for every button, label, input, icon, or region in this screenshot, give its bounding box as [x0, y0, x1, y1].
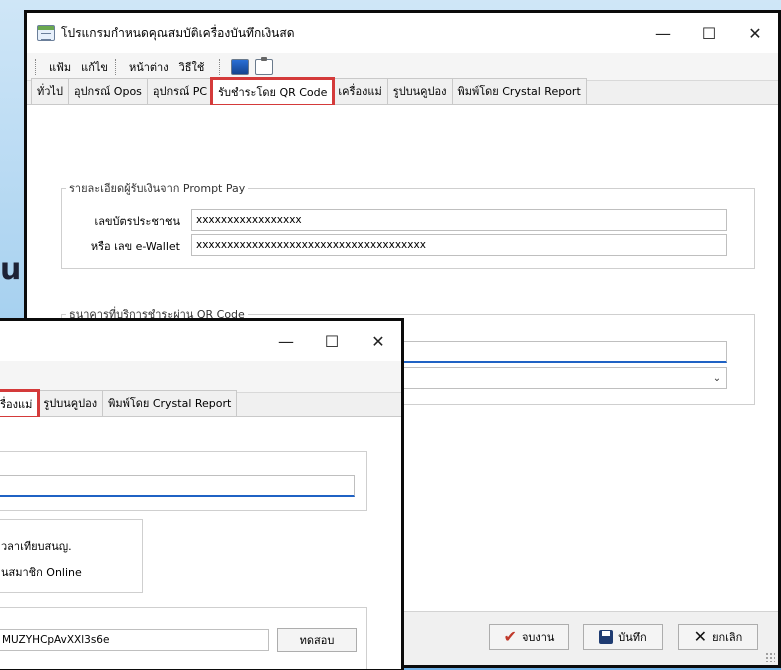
test-button[interactable]: ทดสอบ	[277, 628, 357, 652]
checkmark-icon: ✔	[503, 627, 517, 646]
toolbar-grip[interactable]	[114, 58, 118, 75]
resize-grip-icon[interactable]	[765, 652, 775, 662]
toolbar-grip[interactable]	[219, 58, 222, 75]
maximize-icon[interactable]: ☐	[686, 13, 732, 53]
x-icon: ✕	[693, 627, 708, 646]
option-online-member[interactable]: นสมาชิก Online	[1, 563, 82, 581]
floppy-disk-icon	[599, 630, 614, 644]
menu-window[interactable]: หน้าต่าง	[124, 58, 174, 76]
tab-coupon-image[interactable]: รูปบนคูปอง	[37, 390, 104, 416]
menu-file[interactable]: แฟ้ม	[44, 58, 76, 76]
menu-bar: แฟ้ม แก้ไข หน้าต่าง วิธีใช้	[27, 53, 778, 81]
cancel-button[interactable]: ✕ ยกเลิก	[678, 624, 758, 650]
close-icon[interactable]: ✕	[732, 13, 778, 53]
menu-help[interactable]: วิธีใช้	[174, 58, 210, 76]
tab-master-machine[interactable]: เครื่องแม่	[0, 389, 41, 419]
option-time-sync[interactable]: วลาเทียบสนญ.	[1, 537, 72, 555]
secondary-menu-bar	[0, 361, 401, 393]
tab-pc-device[interactable]: อุปกรณ์ PC	[146, 78, 214, 104]
save-button-label: บันทึก	[618, 631, 647, 644]
tab-strip: ทั่วไป อุปกรณ์ Opos อุปกรณ์ PC รับชำระโด…	[27, 77, 778, 107]
finish-button[interactable]: ✔ จบงาน	[489, 624, 569, 650]
secondary-window: — ☐ ✕ เครื่องแม่ รูปบนคูปอง พิมพ์โดย Cry…	[0, 318, 404, 670]
tab-opos-device[interactable]: อุปกรณ์ Opos	[67, 78, 148, 104]
tab-coupon-image[interactable]: รูปบนคูปอง	[386, 78, 453, 104]
toolbar-grip[interactable]	[35, 58, 38, 75]
tab-crystal-report[interactable]: พิมพ์โดย Crystal Report	[451, 78, 587, 104]
bank-select[interactable]: ⌄	[397, 367, 727, 389]
options-group	[0, 519, 143, 593]
ewallet-field[interactable]: xxxxxxxxxxxxxxxxxxxxxxxxxxxxxxxxxxxxx	[191, 234, 727, 256]
title-bar[interactable]: โปรแกรมกำหนดคุณสมบัติเครื่องบันทึกเงินสด…	[27, 13, 778, 53]
national-id-label: เลขบัตรประชาชน	[94, 215, 180, 228]
secondary-title-bar[interactable]: — ☐ ✕	[0, 321, 401, 361]
ewallet-label: หรือ เลข e-Wallet	[90, 240, 180, 253]
tab-crystal-report[interactable]: พิมพ์โดย Crystal Report	[102, 390, 238, 416]
minimize-icon[interactable]: —	[263, 321, 309, 361]
secondary-text-field[interactable]	[0, 475, 355, 497]
clipboard-icon[interactable]	[255, 56, 274, 75]
bank-account-field[interactable]	[397, 341, 727, 363]
window-title: โปรแกรมกำหนดคุณสมบัติเครื่องบันทึกเงินสด	[61, 25, 295, 40]
monitor-icon[interactable]	[231, 58, 250, 75]
menu-edit[interactable]: แก้ไข	[76, 58, 113, 76]
close-icon[interactable]: ✕	[355, 321, 401, 361]
minimize-icon[interactable]: —	[640, 13, 686, 53]
maximize-icon[interactable]: ☐	[309, 321, 355, 361]
save-button[interactable]: บันทึก	[583, 624, 663, 650]
app-icon	[37, 25, 55, 41]
chevron-down-icon[interactable]: ⌄	[708, 368, 726, 388]
national-id-field[interactable]: xxxxxxxxxxxxxxxxx	[191, 209, 727, 231]
prompt-pay-legend: รายละเอียดผู้รับเงินจาก Prompt Pay	[69, 182, 246, 195]
tab-master-machine[interactable]: เครื่องแม่	[332, 78, 388, 104]
finish-button-label: จบงาน	[521, 631, 555, 644]
secondary-tab-strip: เครื่องแม่ รูปบนคูปอง พิมพ์โดย Crystal R…	[0, 389, 401, 419]
api-key-field[interactable]: MUZYHCpAvXXl3s6e	[0, 629, 269, 651]
secondary-tab-content: วลาเทียบสนญ. นสมาชิก Online MUZYHCpAvXXl…	[0, 417, 401, 669]
cancel-button-label: ยกเลิก	[712, 631, 743, 644]
tab-qr-payment[interactable]: รับชำระโดย QR Code	[210, 77, 336, 107]
tab-general[interactable]: ทั่วไป	[31, 78, 69, 104]
